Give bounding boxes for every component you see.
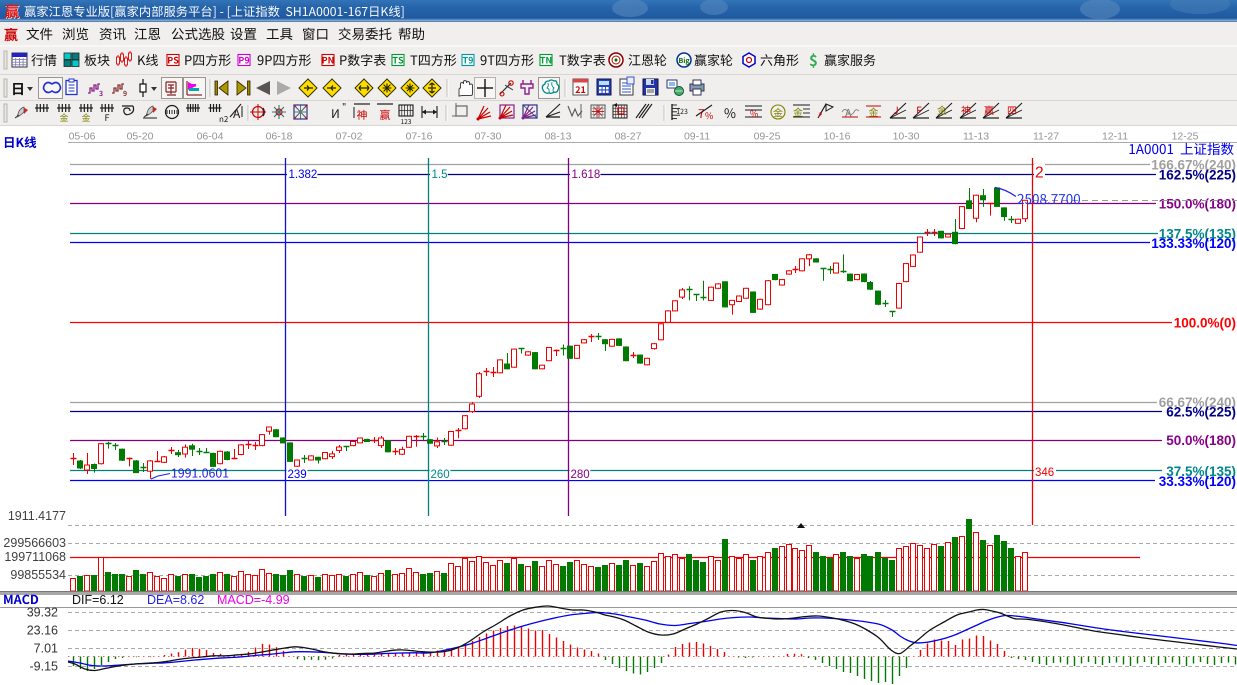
svg-text:05-06: 05-06 (69, 131, 96, 143)
svg-text:12-11: 12-11 (1102, 131, 1128, 143)
svg-text:50.0%(180): 50.0%(180) (1166, 433, 1236, 448)
svg-text:1.618: 1.618 (572, 169, 601, 181)
svg-text:10-16: 10-16 (824, 131, 851, 143)
svg-text:DIF=6.12: DIF=6.12 (72, 593, 124, 607)
svg-text:08-13: 08-13 (545, 131, 572, 143)
svg-text:07-30: 07-30 (475, 131, 502, 143)
svg-text:239: 239 (288, 469, 307, 481)
svg-text:06-18: 06-18 (266, 131, 293, 143)
svg-text:33.33%(120): 33.33%(120) (1159, 474, 1236, 489)
svg-text:299566603: 299566603 (3, 536, 66, 550)
svg-text:09-25: 09-25 (754, 131, 781, 143)
svg-text:133.33%(120): 133.33%(120) (1151, 236, 1236, 251)
svg-text:7.01: 7.01 (34, 642, 58, 656)
svg-text:199711068: 199711068 (4, 550, 66, 564)
svg-text:11-13: 11-13 (963, 131, 989, 143)
svg-text:1911.4177: 1911.4177 (8, 509, 66, 523)
svg-text:260: 260 (431, 469, 450, 481)
svg-text:12-25: 12-25 (1172, 131, 1199, 143)
svg-text:162.5%(225): 162.5%(225) (1159, 167, 1236, 182)
svg-text:07-16: 07-16 (406, 131, 433, 143)
svg-text:100.0%(0): 100.0%(0) (1174, 315, 1236, 330)
svg-text:-9.15: -9.15 (30, 660, 59, 674)
svg-text:39.32: 39.32 (27, 606, 58, 620)
svg-text:08-27: 08-27 (615, 131, 642, 143)
svg-text:23.16: 23.16 (27, 624, 58, 638)
svg-text:06-04: 06-04 (197, 131, 224, 143)
svg-text:150.0%(180): 150.0%(180) (1159, 196, 1236, 211)
svg-text:10-30: 10-30 (893, 131, 920, 143)
svg-text:09-11: 09-11 (684, 131, 710, 143)
svg-text:62.5%(225): 62.5%(225) (1166, 405, 1236, 420)
svg-text:346: 346 (1035, 467, 1054, 479)
svg-text:07-02: 07-02 (336, 131, 363, 143)
svg-text:2: 2 (1035, 165, 1044, 182)
svg-text:99855534: 99855534 (10, 568, 66, 582)
svg-text:11-27: 11-27 (1033, 131, 1059, 143)
svg-text:MACD=-4.99: MACD=-4.99 (217, 593, 290, 607)
svg-text:1.382: 1.382 (289, 169, 318, 181)
svg-text:280: 280 (571, 469, 590, 481)
svg-text:1.5: 1.5 (432, 169, 448, 181)
svg-text:DEA=8.62: DEA=8.62 (147, 593, 204, 607)
svg-text:05-20: 05-20 (127, 131, 154, 143)
